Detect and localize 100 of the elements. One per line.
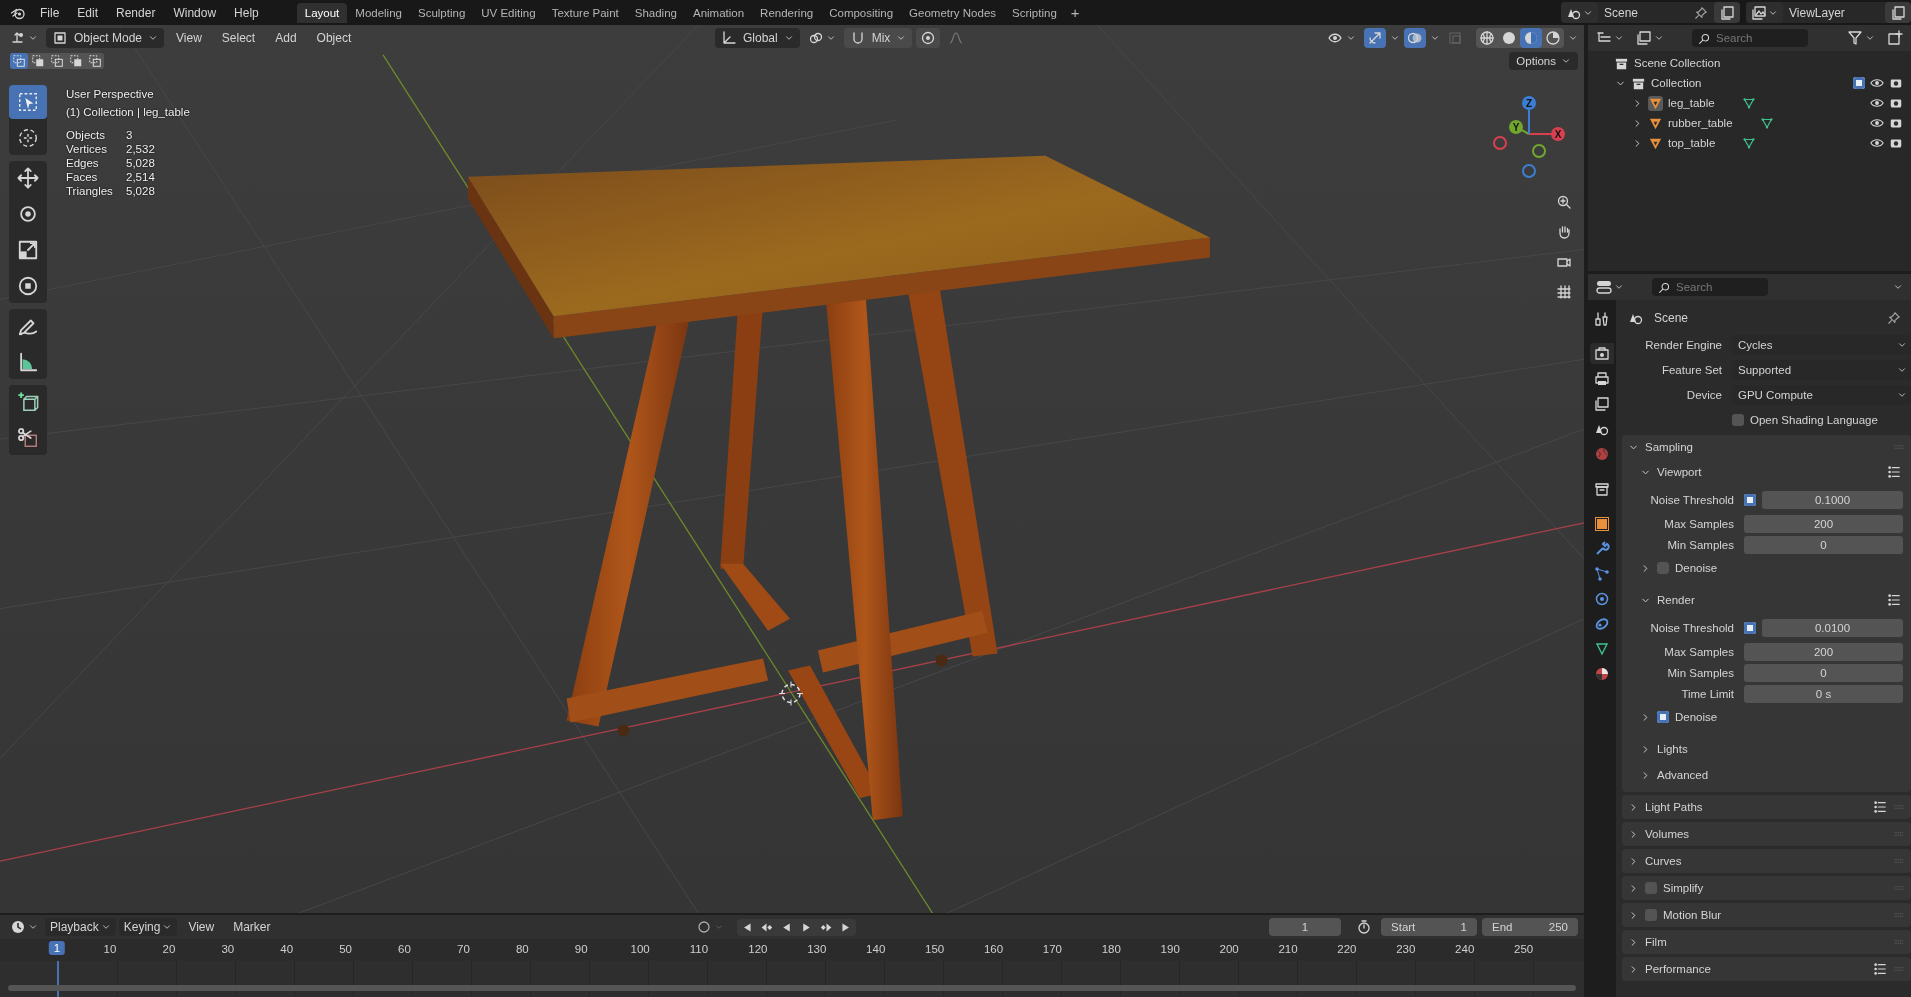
panel-header[interactable]: Film bbox=[1622, 930, 1911, 954]
playhead-marker[interactable]: 1 bbox=[48, 941, 66, 955]
mode-dropdown[interactable]: Object Mode bbox=[46, 27, 165, 48]
overlay-toggle[interactable] bbox=[1404, 27, 1426, 48]
outliner-item-label[interactable]: Collection bbox=[1651, 77, 1702, 89]
outliner-item-label[interactable]: rubber_table bbox=[1668, 117, 1733, 129]
negative-axis-handle[interactable] bbox=[1493, 136, 1507, 150]
checkbox[interactable] bbox=[1732, 413, 1744, 426]
selection-mode-button[interactable] bbox=[48, 53, 66, 69]
menu-item[interactable]: Help bbox=[226, 2, 267, 23]
start-frame-field[interactable]: Start 1 bbox=[1381, 918, 1477, 936]
workspace-tab[interactable]: Scripting bbox=[1004, 2, 1065, 23]
outliner-item-label[interactable]: top_table bbox=[1668, 137, 1716, 149]
exclude-checkbox[interactable] bbox=[1853, 77, 1865, 89]
menu-item[interactable]: Render bbox=[108, 2, 164, 23]
panel-header[interactable]: Denoise bbox=[1634, 704, 1903, 730]
3d-viewport[interactable]: Object Mode View Select Add Object Global Mix Options User Perspective (1) Collection | leg_table Objects 3 Vertices 2,532 Edges 5,028 Faces 2,514 Triangles 5,028 X Y Z bbox=[0, 25, 1584, 913]
outliner-item-label[interactable]: Scene Collection bbox=[1634, 57, 1721, 69]
tool-button[interactable] bbox=[9, 85, 47, 119]
gizmo-toggle[interactable] bbox=[1364, 27, 1386, 48]
menu-item[interactable]: Add bbox=[267, 27, 305, 48]
outliner-item-label[interactable]: leg_table bbox=[1668, 97, 1715, 109]
proportional-edit-button[interactable] bbox=[916, 27, 941, 48]
checkbox[interactable] bbox=[1645, 909, 1657, 921]
3d-cursor-icon[interactable] bbox=[778, 681, 804, 706]
view-layer-browse-button[interactable] bbox=[1746, 2, 1783, 23]
new-view-layer-button[interactable] bbox=[1885, 2, 1911, 23]
outliner-row[interactable]: Collection bbox=[1588, 73, 1911, 93]
panel-header[interactable]: Denoise bbox=[1634, 555, 1903, 581]
dropdown-field[interactable]: Cycles bbox=[1732, 334, 1911, 355]
snap-dropdown[interactable]: Mix bbox=[843, 27, 913, 48]
number-field[interactable]: 200 bbox=[1744, 514, 1903, 533]
menu-item[interactable]: View bbox=[180, 917, 223, 937]
panel-header[interactable]: Performance bbox=[1622, 957, 1911, 981]
checkbox[interactable] bbox=[1744, 622, 1756, 634]
checkbox[interactable] bbox=[1645, 882, 1657, 894]
checkbox[interactable] bbox=[1657, 711, 1669, 723]
negative-axis-handle[interactable] bbox=[1532, 144, 1546, 158]
workspace-tab[interactable]: Animation bbox=[684, 2, 753, 23]
dropdown-field[interactable]: GPU Compute bbox=[1732, 384, 1911, 405]
menu-item[interactable]: Window bbox=[165, 2, 225, 23]
selection-mode-button[interactable] bbox=[10, 53, 28, 69]
search-field[interactable]: Search bbox=[1652, 278, 1768, 296]
panel-header[interactable]: Viewport bbox=[1634, 459, 1907, 485]
checkbox-label[interactable]: Open Shading Language bbox=[1750, 413, 1878, 426]
workspace-tab[interactable]: Rendering bbox=[752, 2, 822, 23]
workspace-tab[interactable]: Geometry Nodes bbox=[901, 2, 1005, 23]
panel-header[interactable]: Simplify bbox=[1622, 876, 1911, 900]
panel-header[interactable]: Sampling bbox=[1622, 435, 1911, 459]
checkbox[interactable] bbox=[1657, 562, 1669, 574]
checkbox[interactable] bbox=[1744, 494, 1756, 506]
outliner-row[interactable]: top_table bbox=[1588, 133, 1911, 153]
number-field[interactable]: 0.1000 bbox=[1762, 491, 1903, 509]
menu-item[interactable]: Marker bbox=[225, 917, 279, 937]
panel-header[interactable]: Light Paths bbox=[1622, 795, 1911, 819]
outliner-row[interactable]: leg_table bbox=[1588, 93, 1911, 113]
menu-item[interactable]: Select bbox=[213, 27, 264, 48]
workspace-tab[interactable]: Layout bbox=[296, 2, 348, 23]
menu-dropdown[interactable]: Keying bbox=[118, 918, 178, 936]
new-scene-button[interactable] bbox=[1714, 2, 1740, 23]
number-field[interactable]: 200 bbox=[1744, 642, 1903, 661]
end-frame-field[interactable]: End 250 bbox=[1482, 918, 1578, 936]
dropdown-field[interactable]: Supported bbox=[1732, 359, 1911, 380]
current-frame-field[interactable]: 1 bbox=[1269, 918, 1341, 936]
scene-browse-button[interactable] bbox=[1561, 2, 1598, 23]
shading-mode-button[interactable] bbox=[1520, 27, 1542, 48]
number-field[interactable]: 0 s bbox=[1744, 684, 1903, 703]
number-field[interactable]: 0 bbox=[1744, 535, 1903, 554]
outliner-row[interactable]: Scene Collection bbox=[1588, 53, 1911, 73]
panel-header[interactable]: Lights bbox=[1634, 736, 1907, 762]
workspace-tab[interactable]: Compositing bbox=[821, 2, 902, 23]
properties-tab[interactable] bbox=[1590, 343, 1614, 364]
axis-handle[interactable] bbox=[1522, 96, 1536, 135]
scrollbar[interactable] bbox=[8, 985, 1576, 991]
number-field[interactable]: 0 bbox=[1744, 663, 1903, 682]
workspace-tab[interactable]: Sculpting bbox=[409, 2, 474, 23]
panel-header[interactable]: Motion Blur bbox=[1622, 903, 1911, 927]
options-dropdown[interactable]: Options bbox=[1509, 52, 1578, 70]
panel-header[interactable]: Volumes bbox=[1622, 822, 1911, 846]
outliner-row[interactable]: rubber_table bbox=[1588, 113, 1911, 133]
workspace-tab[interactable]: Shading bbox=[626, 2, 685, 23]
number-field[interactable]: 0.0100 bbox=[1762, 619, 1903, 637]
negative-axis-handle[interactable] bbox=[1522, 164, 1536, 178]
panel-header[interactable]: Render bbox=[1634, 587, 1907, 613]
orientation-dropdown[interactable]: Global bbox=[714, 27, 800, 48]
workspace-tab[interactable]: UV Editing bbox=[473, 2, 544, 23]
axis-handle[interactable] bbox=[1528, 127, 1565, 141]
menu-item[interactable]: File bbox=[32, 2, 68, 23]
workspace-tab[interactable]: Modeling bbox=[347, 2, 410, 23]
panel-header[interactable]: Advanced bbox=[1634, 762, 1907, 788]
menu-item[interactable]: Edit bbox=[69, 2, 107, 23]
menu-item[interactable]: View bbox=[168, 27, 210, 48]
menu-item[interactable]: Object bbox=[308, 27, 360, 48]
search-field[interactable]: Search bbox=[1692, 29, 1808, 47]
selection-mode-button[interactable] bbox=[86, 53, 104, 69]
workspace-tab[interactable]: Texture Paint bbox=[543, 2, 627, 23]
axis-handle[interactable] bbox=[1509, 120, 1530, 135]
menu-dropdown[interactable]: Playback bbox=[45, 918, 116, 936]
add-workspace-button[interactable]: + bbox=[1064, 4, 1086, 21]
panel-header[interactable]: Curves bbox=[1622, 849, 1911, 873]
